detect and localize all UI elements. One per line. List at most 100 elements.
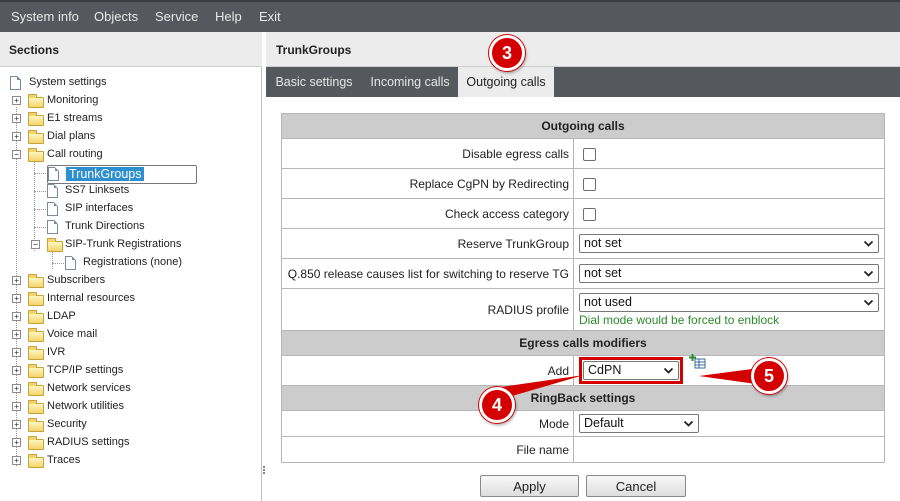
folder-icon bbox=[28, 436, 44, 450]
page-icon bbox=[65, 256, 76, 270]
row-mode: Mode Default bbox=[281, 410, 885, 437]
tab-basic-settings[interactable]: Basic settings bbox=[266, 67, 362, 97]
tree-item-traces[interactable]: + Traces bbox=[12, 453, 212, 469]
menu-exit[interactable]: Exit bbox=[259, 9, 281, 24]
folder-icon bbox=[28, 346, 44, 360]
chevron-down-icon bbox=[863, 270, 874, 277]
tree-item-internal-resources[interactable]: + Internal resources bbox=[12, 291, 212, 307]
apply-button[interactable]: Apply bbox=[480, 475, 579, 497]
expand-plus-icon[interactable]: + bbox=[12, 132, 21, 141]
tree-item-network-utilities[interactable]: + Network utilities bbox=[12, 399, 212, 415]
menu-bar: System info Objects Service Help Exit bbox=[0, 0, 900, 32]
tree-item-ldap[interactable]: + LDAP bbox=[12, 309, 212, 325]
row-disable-egress: Disable egress calls bbox=[281, 138, 885, 169]
expand-plus-icon[interactable]: + bbox=[12, 438, 21, 447]
add-modifier-highlight: CdPN bbox=[579, 357, 683, 384]
sections-title: Sections bbox=[0, 32, 262, 67]
folder-icon bbox=[28, 400, 44, 414]
chevron-down-icon bbox=[683, 420, 694, 427]
expand-plus-icon[interactable]: + bbox=[12, 456, 21, 465]
panel-splitter-handle[interactable] bbox=[262, 465, 266, 475]
expand-plus-icon[interactable]: + bbox=[12, 330, 21, 339]
expand-plus-icon[interactable]: + bbox=[12, 384, 21, 393]
cancel-button[interactable]: Cancel bbox=[586, 475, 686, 497]
expand-plus-icon[interactable]: + bbox=[12, 348, 21, 357]
tree-item-sip-trunk-registrations[interactable]: − SIP-Trunk Registrations bbox=[31, 237, 231, 253]
q850-value: not set bbox=[584, 266, 622, 280]
radius-profile-hint: Dial mode would be forced to enblock bbox=[579, 312, 780, 327]
expand-plus-icon[interactable]: + bbox=[12, 294, 21, 303]
file-name-label: File name bbox=[281, 436, 574, 463]
row-check-access: Check access category bbox=[281, 198, 885, 229]
section-header-ringback: RingBack settings bbox=[281, 385, 885, 411]
folder-open-icon bbox=[28, 148, 44, 162]
tree-item-subscribers[interactable]: + Subscribers bbox=[12, 273, 212, 289]
callout-badge-5: 5 bbox=[751, 358, 787, 394]
radius-profile-select[interactable]: not used bbox=[579, 292, 879, 312]
menu-service[interactable]: Service bbox=[155, 9, 198, 24]
replace-cgpn-checkbox[interactable] bbox=[583, 177, 596, 191]
add-modifier-label: Add bbox=[281, 355, 574, 386]
tree-item-ivr[interactable]: + IVR bbox=[12, 345, 212, 361]
row-reserve-trunkgroup: Reserve TrunkGroup not set bbox=[281, 228, 885, 259]
expand-plus-icon[interactable]: + bbox=[12, 420, 21, 429]
mode-select[interactable]: Default bbox=[579, 414, 699, 433]
collapse-minus-icon[interactable]: − bbox=[31, 240, 40, 249]
tree-item-network-services[interactable]: + Network services bbox=[12, 381, 212, 397]
tree-item-sip-interfaces[interactable]: SIP interfaces bbox=[47, 201, 197, 217]
tree-line bbox=[52, 263, 64, 264]
expand-plus-icon[interactable]: + bbox=[12, 96, 21, 105]
page-icon bbox=[10, 76, 21, 90]
tree-item-security[interactable]: + Security bbox=[12, 417, 212, 433]
tree-item-voice-mail[interactable]: + Voice mail bbox=[12, 327, 212, 343]
expand-plus-icon[interactable]: + bbox=[12, 114, 21, 123]
tree-item-dial-plans[interactable]: + Dial plans bbox=[12, 129, 212, 145]
tree-item-e1-streams[interactable]: + E1 streams bbox=[12, 111, 212, 127]
folder-icon bbox=[28, 364, 44, 378]
section-header-outgoing: Outgoing calls bbox=[281, 113, 885, 139]
tree-item-trunkgroups[interactable]: TrunkGroups bbox=[47, 165, 197, 184]
tree-item-monitoring[interactable]: + Monitoring bbox=[12, 93, 212, 109]
row-replace-cgpn: Replace CgPN by Redirecting bbox=[281, 168, 885, 199]
chevron-down-icon bbox=[663, 367, 674, 374]
tree-line bbox=[52, 251, 53, 269]
collapse-minus-icon[interactable]: − bbox=[12, 150, 21, 159]
expand-plus-icon[interactable]: + bbox=[12, 312, 21, 321]
expand-plus-icon[interactable]: + bbox=[12, 366, 21, 375]
tree-item-trunk-directions[interactable]: Trunk Directions bbox=[47, 219, 197, 235]
tab-incoming-calls[interactable]: Incoming calls bbox=[362, 67, 458, 97]
tree-item-call-routing[interactable]: − Call routing bbox=[12, 147, 212, 163]
tab-outgoing-calls[interactable]: Outgoing calls bbox=[458, 67, 554, 97]
folder-icon bbox=[28, 112, 44, 126]
outgoing-calls-form: Outgoing calls Disable egress calls Repl… bbox=[281, 113, 885, 463]
add-modifier-select[interactable]: CdPN bbox=[583, 361, 679, 380]
section-header-egress-modifiers: Egress calls modifiers bbox=[281, 330, 885, 356]
tree-item-registrations[interactable]: Registrations (none) bbox=[65, 255, 215, 271]
folder-icon bbox=[28, 418, 44, 432]
tree-item-tcpip-settings[interactable]: + TCP/IP settings bbox=[12, 363, 212, 379]
expand-plus-icon[interactable]: + bbox=[12, 402, 21, 411]
folder-icon bbox=[28, 94, 44, 108]
chevron-down-icon bbox=[863, 299, 874, 306]
tree-item-system-settings[interactable]: System settings bbox=[10, 75, 210, 91]
menu-help[interactable]: Help bbox=[215, 9, 242, 24]
menu-objects[interactable]: Objects bbox=[94, 9, 138, 24]
tree-line bbox=[34, 209, 46, 210]
disable-egress-checkbox[interactable] bbox=[583, 147, 596, 161]
tree-item-ss7-linksets[interactable]: SS7 Linksets bbox=[47, 183, 197, 199]
chevron-down-icon bbox=[863, 240, 874, 247]
mode-label: Mode bbox=[281, 410, 574, 437]
add-modifier-icon[interactable] bbox=[688, 353, 706, 369]
row-q850: Q.850 release causes list for switching … bbox=[281, 258, 885, 289]
reserve-trunkgroup-select[interactable]: not set bbox=[579, 234, 879, 253]
add-modifier-value: CdPN bbox=[588, 363, 622, 377]
tree-item-radius-settings[interactable]: + RADIUS settings bbox=[12, 435, 212, 451]
menu-system-info[interactable]: System info bbox=[11, 9, 79, 24]
expand-plus-icon[interactable]: + bbox=[12, 276, 21, 285]
tree-line bbox=[34, 227, 46, 228]
folder-icon bbox=[28, 454, 44, 468]
folder-icon bbox=[28, 274, 44, 288]
check-access-checkbox[interactable] bbox=[583, 207, 596, 221]
q850-select[interactable]: not set bbox=[579, 264, 879, 283]
tree-line bbox=[34, 173, 46, 174]
